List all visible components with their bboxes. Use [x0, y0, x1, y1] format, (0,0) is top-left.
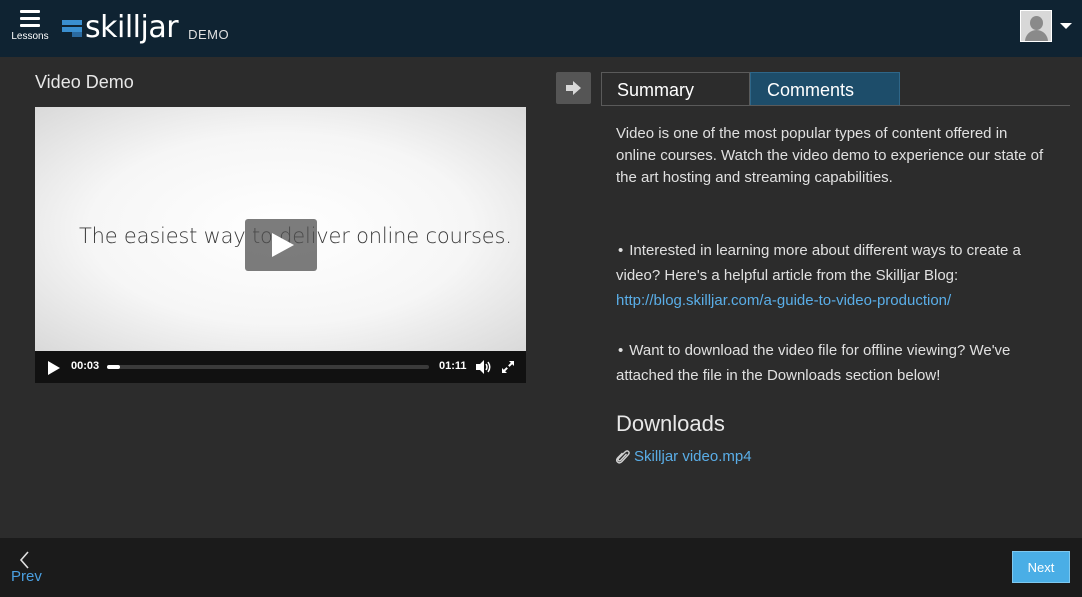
video-player[interactable]: The easiest way to deliver online course… — [35, 107, 526, 383]
lesson-title: Video Demo — [35, 72, 134, 92]
prev-label: Prev — [11, 568, 42, 585]
tab-summary[interactable]: Summary — [601, 72, 750, 106]
fullscreen-icon[interactable] — [501, 360, 515, 374]
big-play-button[interactable] — [245, 219, 317, 271]
video-controls: 00:03 01:11 — [35, 351, 526, 383]
downloads-heading: Downloads — [616, 411, 725, 436]
avatar — [1020, 10, 1052, 42]
toggle-panel-button[interactable] — [556, 72, 591, 104]
arrow-right-icon — [566, 81, 581, 95]
brand-logo[interactable]: skilljar DEMO — [62, 10, 229, 46]
play-pause-button[interactable] — [48, 361, 60, 375]
tabs-divider — [601, 105, 1070, 106]
progress-bar[interactable] — [107, 365, 429, 369]
caret-down-icon — [1060, 23, 1072, 29]
play-icon — [272, 233, 294, 257]
lessons-label: Lessons — [11, 31, 49, 42]
video-frame[interactable]: The easiest way to deliver online course… — [35, 107, 526, 351]
lessons-menu-button[interactable]: Lessons — [8, 8, 52, 43]
duration: 01:11 — [439, 360, 467, 372]
paperclip-icon — [616, 450, 630, 464]
logo-mark-icon — [62, 18, 82, 42]
volume-icon[interactable] — [475, 359, 493, 375]
brand-name: skilljar — [85, 10, 179, 45]
bullet-dot: • — [618, 242, 624, 259]
hamburger-icon — [20, 10, 40, 27]
tab-comments[interactable]: Comments — [750, 72, 900, 106]
next-button[interactable]: Next — [1012, 551, 1070, 583]
progress-fill — [107, 365, 120, 369]
blog-article-link[interactable]: http://blog.skilljar.com/a-guide-to-vide… — [616, 292, 951, 309]
download-file-link[interactable]: Skilljar video.mp4 — [634, 446, 752, 468]
brand-suffix: DEMO — [188, 26, 230, 42]
footer-nav: Prev Next — [0, 538, 1082, 597]
top-bar: Lessons skilljar DEMO — [0, 0, 1082, 57]
user-menu[interactable] — [1020, 10, 1072, 42]
prev-button[interactable]: Prev — [11, 551, 42, 585]
current-time: 00:03 — [71, 360, 100, 372]
summary-intro: Video is one of the most popular types o… — [616, 125, 1044, 186]
download-item: Skilljar video.mp4 — [616, 446, 752, 468]
bullet-2-text: Want to download the video file for offl… — [616, 342, 1011, 384]
summary-bullet-1: • Interested in learning more about diffe… — [616, 238, 1056, 313]
chevron-left-icon — [19, 551, 29, 569]
summary-bullet-2: • Want to download the video file for off… — [616, 338, 1056, 388]
bullet-1-text: Interested in learning more about differ… — [616, 242, 1021, 284]
bullet-dot: • — [618, 342, 624, 359]
